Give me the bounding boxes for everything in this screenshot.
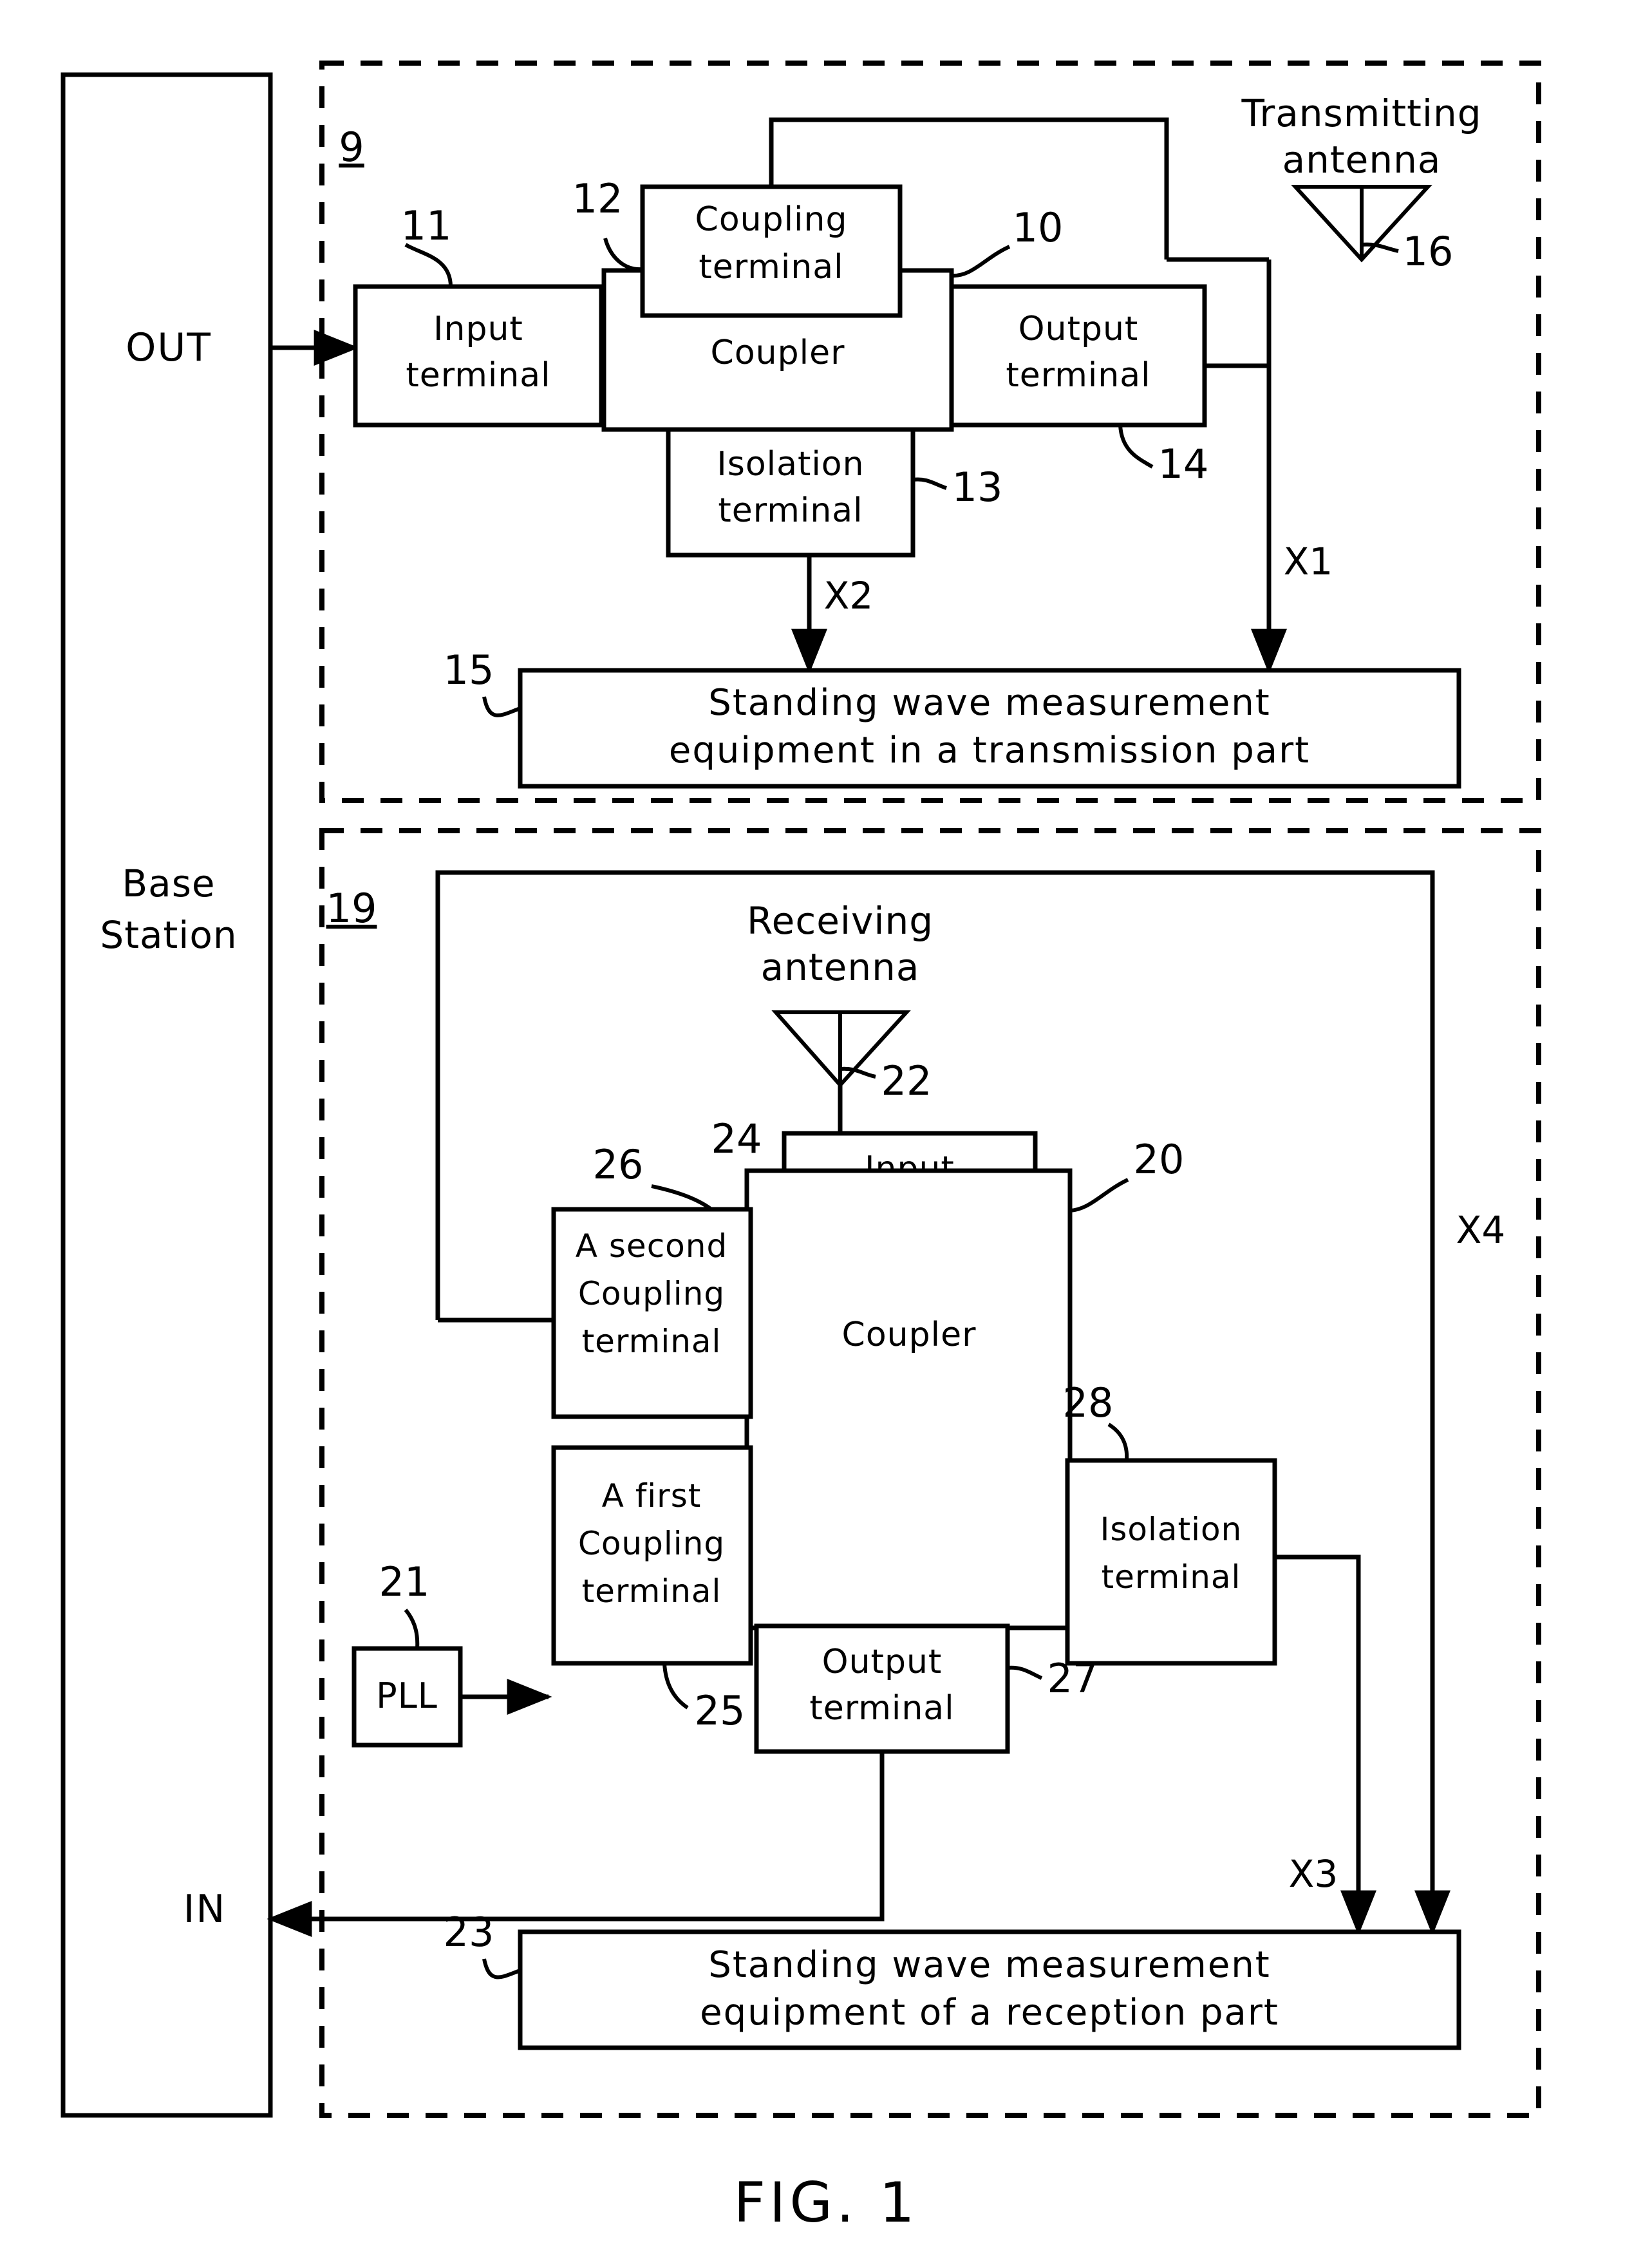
tx-antenna-label-line2: antenna [1282, 138, 1441, 182]
signal-x1-label: X1 [1284, 540, 1333, 583]
tx-output-terminal-line1: Output [1018, 310, 1139, 348]
leader-20 [1069, 1178, 1129, 1213]
rx-antenna-label-line2: antenna [761, 945, 920, 989]
ref-21: 21 [379, 1558, 430, 1605]
ref-13: 13 [952, 464, 1003, 511]
x3-line [1275, 1554, 1361, 1903]
leader-21 [404, 1609, 420, 1649]
leader-14 [1118, 424, 1154, 469]
ref-23: 23 [444, 1909, 494, 1956]
ref-12: 12 [572, 175, 623, 222]
ref-16: 16 [1403, 228, 1454, 275]
tx-antenna-label-line1: Transmitting [1241, 91, 1481, 135]
tx-isolation-terminal-line1: Isolation [717, 445, 864, 484]
ref-11: 11 [401, 202, 452, 249]
ref-9: 9 [339, 124, 364, 171]
leader-10 [951, 245, 1011, 278]
base-station-box [61, 72, 273, 2118]
ref-14: 14 [1158, 440, 1209, 487]
rx-measurement-line1: Standing wave measurement [708, 1944, 1270, 1986]
leader-27 [1007, 1665, 1043, 1680]
leader-22 [840, 1066, 876, 1079]
rx-coupler-label: Coupler [842, 1316, 977, 1354]
ref-10: 10 [1013, 204, 1064, 251]
tx-isolation-terminal-line2: terminal [718, 491, 863, 530]
signal-x4-label: X4 [1456, 1208, 1506, 1252]
leader-26 [651, 1184, 713, 1211]
ref-28: 28 [1063, 1379, 1114, 1426]
leader-11 [404, 243, 453, 287]
rx-isolation-line2: terminal [1102, 1558, 1241, 1596]
rx-isolation-line1: Isolation [1100, 1511, 1243, 1548]
base-station-label-line1: Base [122, 862, 215, 905]
out-port-label: OUT [126, 325, 212, 370]
pll-label: PLL [376, 1676, 438, 1716]
tx-measurement-line1: Standing wave measurement [708, 682, 1270, 724]
rx-first-coupling-line1: A first [602, 1477, 702, 1515]
ref-19: 19 [326, 885, 377, 932]
base-station-label-line2: Station [100, 913, 237, 957]
rx-antenna-label-line1: Receiving [747, 899, 934, 943]
leader-13 [912, 477, 947, 490]
leader-25 [662, 1663, 689, 1710]
rx-second-coupling-line3: terminal [582, 1323, 722, 1360]
signal-x3-label: X3 [1289, 1852, 1338, 1896]
output-to-in-path [278, 1752, 885, 1922]
ref-25: 25 [695, 1687, 746, 1734]
ref-26: 26 [593, 1141, 644, 1188]
rx-coupler-box [744, 1168, 1073, 1630]
tx-coupling-terminal-line1: Coupling [695, 200, 848, 239]
ref-20: 20 [1134, 1136, 1185, 1183]
ref-15: 15 [444, 647, 494, 694]
tx-input-terminal-line2: terminal [406, 356, 550, 395]
ref-24: 24 [711, 1115, 762, 1162]
output-to-antenna-wire [1205, 260, 1272, 368]
leader-28 [1107, 1422, 1129, 1461]
tx-coupling-terminal-line2: terminal [699, 248, 843, 287]
ref-22: 22 [881, 1057, 932, 1104]
rx-output-terminal-line2: terminal [809, 1689, 954, 1728]
signal-x2-label: X2 [824, 574, 874, 618]
rx-first-coupling-line2: Coupling [578, 1525, 725, 1562]
leader-16 [1361, 242, 1399, 253]
rx-output-terminal-line1: Output [822, 1643, 943, 1681]
tx-input-terminal-line1: Input [433, 310, 523, 348]
patent-figure-root: OUT Base Station IN 9 Input terminal 11 … [0, 0, 1652, 2248]
figure-caption: FIG. 1 [734, 2171, 919, 2235]
leader-12 [603, 238, 643, 272]
rx-measurement-line2: equipment of a reception part [700, 1992, 1279, 2034]
tx-measurement-line2: equipment in a transmission part [669, 730, 1310, 771]
rx-second-coupling-line2: Coupling [578, 1275, 725, 1312]
rx-first-coupling-line3: terminal [582, 1573, 722, 1610]
leader-23 [482, 1958, 521, 1979]
figure-canvas: OUT Base Station IN 9 Input terminal 11 … [61, 61, 1541, 2235]
rx-second-coupling-line1: A second [576, 1227, 727, 1265]
tx-coupler-label: Coupler [711, 334, 845, 372]
in-port-label: IN [183, 1887, 227, 1932]
ref-27: 27 [1047, 1655, 1098, 1702]
leader-15 [482, 696, 521, 717]
tx-output-terminal-line2: terminal [1006, 356, 1150, 395]
